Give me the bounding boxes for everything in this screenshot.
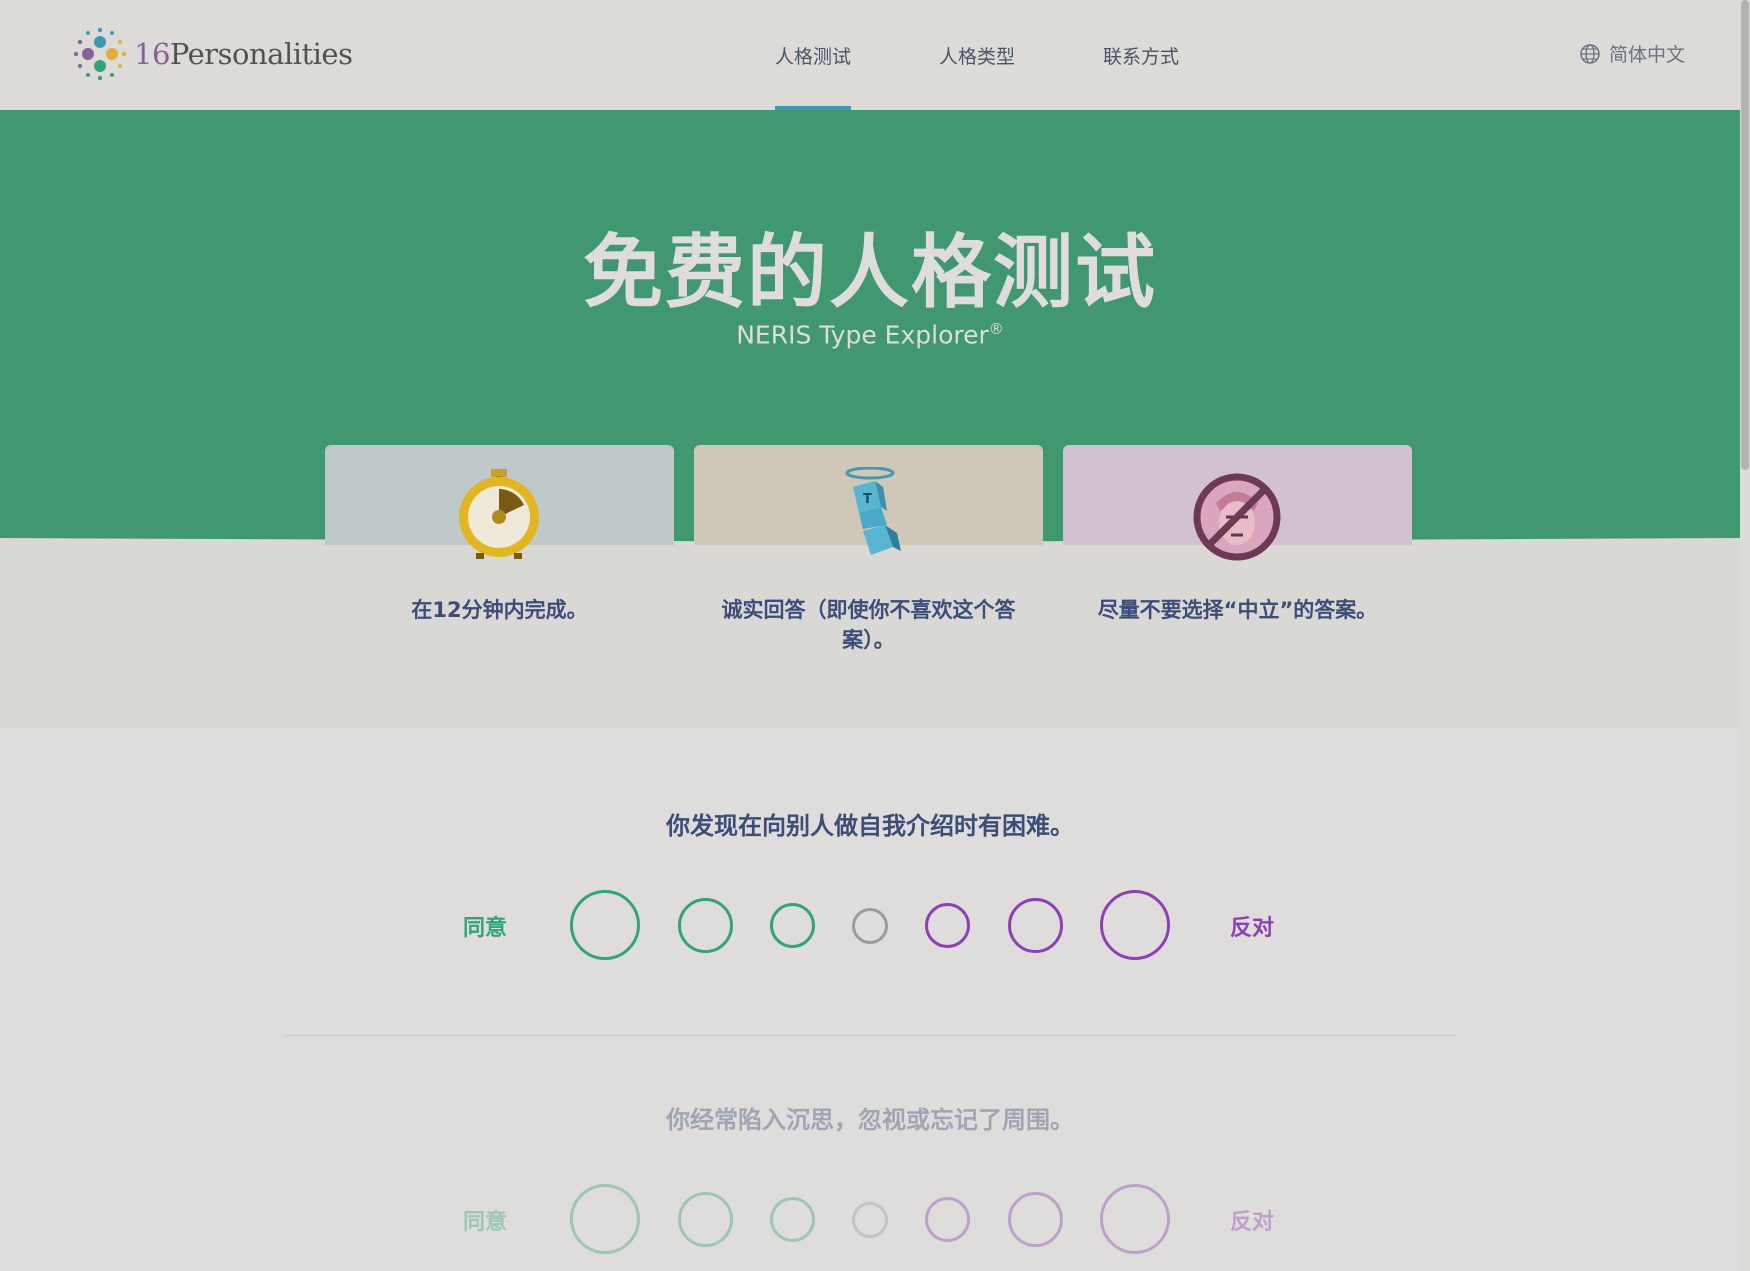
top-header: 16Personalities 人格测试 人格类型 联系方式 简体中文 — [0, 0, 1740, 111]
answer-agree-slight[interactable] — [770, 1197, 815, 1242]
language-label: 简体中文 — [1608, 44, 1685, 66]
nav-contact[interactable]: 联系方式 — [1103, 0, 1179, 110]
question-list: 你发现在向别人做自我介绍时有困难。 同意 反对 你经常陷入沉思，忽视或忘记了周围… — [0, 728, 1740, 1271]
tip-text-honest: 诚实回答（即使你不喜欢这个答案）。 — [721, 598, 1016, 652]
disagree-label: 反对 — [1230, 1210, 1275, 1235]
page-subtitle: NERIS Type Explorer® — [736, 320, 1004, 350]
answer-disagree-strong[interactable] — [1100, 1184, 1170, 1254]
agree-label: 同意 — [463, 1210, 508, 1235]
tip-text-neutral: 尽量不要选择“中立”的答案。 — [1097, 598, 1378, 622]
honest-figure-icon: T — [845, 467, 901, 555]
agree-label: 同意 — [463, 916, 508, 941]
answer-disagree-slight[interactable] — [925, 903, 970, 948]
question-text: 你经常陷入沉思，忽视或忘记了周围。 — [666, 1106, 1074, 1134]
tip-card-neutral: 尽量不要选择“中立”的答案。 — [1063, 445, 1412, 676]
hero-section: 免费的人格测试 NERIS Type Explorer® 在12分钟内完成。 T… — [0, 110, 1740, 728]
scrollbar-thumb[interactable] — [1741, 0, 1749, 470]
answer-agree[interactable] — [678, 898, 733, 953]
main-nav: 人格测试 人格类型 联系方式 — [775, 0, 1267, 110]
no-neutral-face-icon — [1193, 473, 1281, 561]
tip-text-time: 在12分钟内完成。 — [411, 598, 588, 622]
tip-card-time: 在12分钟内完成。 — [325, 445, 674, 676]
nav-personality-test[interactable]: 人格测试 — [775, 0, 852, 110]
globe-icon — [1580, 43, 1600, 64]
answer-neutral[interactable] — [852, 1202, 888, 1238]
language-selector[interactable]: 简体中文 — [1579, 40, 1685, 67]
question-text: 你发现在向别人做自我介绍时有困难。 — [666, 812, 1074, 840]
answer-disagree-strong[interactable] — [1100, 890, 1170, 960]
disagree-label: 反对 — [1230, 916, 1275, 941]
stopwatch-icon — [459, 469, 539, 559]
page-scrollbar[interactable] — [1740, 0, 1750, 1271]
answer-agree-strong[interactable] — [570, 1184, 640, 1254]
tips-cards: 在12分钟内完成。 T 诚实回答（即使你不喜欢这个答案）。 尽量不要选择“中立”… — [325, 445, 1432, 676]
answer-disagree-slight[interactable] — [925, 1197, 970, 1242]
answer-disagree[interactable] — [1008, 1192, 1063, 1247]
svg-text:T: T — [863, 492, 872, 507]
page-title: 免费的人格测试 — [583, 226, 1157, 319]
question-divider — [285, 1035, 1455, 1036]
answer-agree[interactable] — [678, 1192, 733, 1247]
answer-agree-slight[interactable] — [770, 903, 815, 948]
nav-personality-types[interactable]: 人格类型 — [939, 0, 1015, 110]
site-logo[interactable]: 16Personalities — [72, 26, 353, 82]
answer-disagree[interactable] — [1008, 898, 1063, 953]
answer-neutral[interactable] — [852, 908, 888, 944]
logo-dots-icon — [73, 27, 127, 81]
answer-scale: 同意 反对 — [0, 890, 1740, 962]
logo-wordmark: 16Personalities — [134, 37, 353, 71]
answer-scale: 同意 反对 — [0, 1184, 1740, 1256]
tip-card-honest: T 诚实回答（即使你不喜欢这个答案）。 — [694, 445, 1043, 676]
answer-agree-strong[interactable] — [570, 890, 640, 960]
